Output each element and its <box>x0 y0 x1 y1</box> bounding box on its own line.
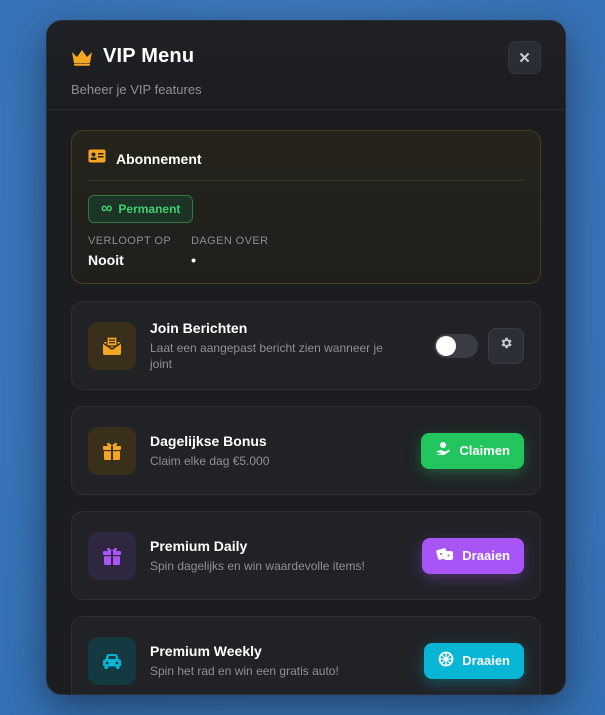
feature-description: Claim elke dag €5.000 <box>150 453 270 468</box>
gift-icon <box>88 531 136 580</box>
feature-text: Dagelijkse Bonus Claim elke dag €5.000 <box>150 433 421 469</box>
gift-icon <box>88 426 136 475</box>
modal-subtitle: Beheer je VIP features <box>71 82 202 97</box>
gear-icon <box>499 336 513 355</box>
feature-name: Join Berichten <box>150 319 248 336</box>
expires-label: VERLOOPT OP <box>88 235 172 247</box>
dice-icon <box>436 546 454 565</box>
title-row: VIP Menu <box>71 45 541 68</box>
feature-name: Dagelijkse Bonus <box>150 432 267 449</box>
subscription-title: Abonnement <box>116 150 202 167</box>
feature-description: Spin dagelijks en win waardevolle items! <box>150 558 365 573</box>
feature-text: Premium Weekly Spin het rad en win een g… <box>150 643 424 679</box>
modal-content: Abonnement ∞ Permanent VERLOOPT OP Nooit… <box>47 110 565 694</box>
feature-text: Premium Daily Spin dagelijks en win waar… <box>150 538 422 574</box>
expires-value: Nooit <box>88 252 124 268</box>
crown-icon <box>71 48 93 66</box>
feature-premium-weekly: Premium Weekly Spin het rad en win een g… <box>71 616 541 694</box>
car-icon <box>88 636 136 685</box>
subscription-header: Abonnement <box>88 149 524 181</box>
vip-menu-modal: VIP Menu Beheer je VIP features ✕ Abonne… <box>46 20 566 695</box>
id-card-icon <box>88 149 106 168</box>
days-value: • <box>191 252 196 268</box>
claim-button-label: Claimen <box>459 443 510 458</box>
spin-daily-button[interactable]: Draaien <box>422 537 524 574</box>
badge-label: Permanent <box>118 202 181 216</box>
spin-weekly-label: Draaien <box>462 653 510 668</box>
claim-button[interactable]: Claimen <box>421 432 524 469</box>
toggle-knob <box>436 335 456 356</box>
join-messages-toggle[interactable] <box>434 333 478 358</box>
permanent-badge: ∞ Permanent <box>88 195 194 223</box>
feature-premium-daily: Premium Daily Spin dagelijks en win waar… <box>71 511 541 600</box>
spin-weekly-button[interactable]: Draaien <box>424 642 524 679</box>
expires-column: VERLOOPT OP Nooit <box>88 235 171 268</box>
days-label: DAGEN OVER <box>191 235 269 247</box>
spin-daily-label: Draaien <box>462 548 510 563</box>
feature-text: Join Berichten Laat een aangepast berich… <box>150 320 434 372</box>
settings-button[interactable] <box>488 327 524 364</box>
modal-header: VIP Menu Beheer je VIP features ✕ <box>47 21 565 110</box>
subscription-card: Abonnement ∞ Permanent VERLOOPT OP Nooit… <box>71 130 541 284</box>
feature-name: Premium Daily <box>150 537 248 554</box>
feature-name: Premium Weekly <box>150 642 262 659</box>
close-button[interactable]: ✕ <box>508 41 541 74</box>
feature-description: Spin het rad en win een gratis auto! <box>150 663 339 678</box>
wheel-icon <box>438 651 454 670</box>
feature-daily-bonus: Dagelijkse Bonus Claim elke dag €5.000 C… <box>71 406 541 495</box>
hand-coin-icon <box>435 441 451 460</box>
feature-join-messages: Join Berichten Laat een aangepast berich… <box>71 301 541 390</box>
close-icon: ✕ <box>518 49 531 67</box>
feature-description: Laat een aangepast bericht zien wanneer … <box>150 340 383 371</box>
infinity-icon: ∞ <box>101 200 113 217</box>
envelope-icon <box>88 321 136 370</box>
modal-title: VIP Menu <box>103 45 195 67</box>
days-column: DAGEN OVER • <box>191 235 268 268</box>
subscription-meta: VERLOOPT OP Nooit DAGEN OVER • <box>88 235 524 268</box>
